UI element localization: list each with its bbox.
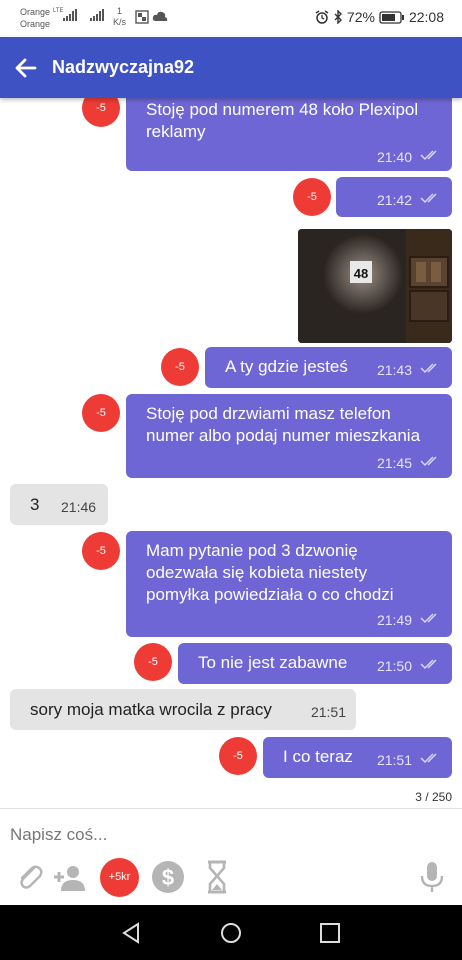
house-number-photo: 48: [298, 229, 452, 343]
message-time: 21:45: [376, 455, 412, 471]
message-bubble-in[interactable]: 3 21:46: [10, 484, 108, 525]
alarm-icon: [315, 10, 329, 24]
message-text: Mam pytanie pod 3 dzwonię: [146, 541, 358, 560]
message-bubble-out[interactable]: 21:42: [336, 177, 452, 217]
double-check-icon: [420, 363, 437, 374]
send-credits-button[interactable]: +5kr: [100, 858, 139, 897]
cost-badge: -5: [82, 532, 120, 570]
message-text: sory moja matka wrocila z pracy: [30, 700, 272, 719]
message-bubble-out[interactable]: Stoję pod numerem 48 koło Plexipol rekla…: [126, 98, 452, 171]
back-arrow-icon[interactable]: [12, 54, 40, 82]
message-composer: Napisz coś... +5kr $: [0, 808, 462, 905]
clock: 22:08: [408, 9, 444, 25]
cost-badge: -5: [293, 178, 331, 216]
photo-message[interactable]: 48: [298, 229, 452, 343]
message-text: A ty gdzie jesteś: [225, 357, 348, 376]
message-text: odezwała się kobieta niestety: [146, 563, 368, 582]
lte-label: LTE: [53, 8, 64, 14]
message-text: reklamy: [146, 122, 206, 141]
message-text: I co teraz: [283, 747, 353, 766]
message-bubble-out[interactable]: To nie jest zabawne 21:50: [178, 643, 452, 684]
microphone-icon[interactable]: [414, 859, 450, 895]
message-bubble-out[interactable]: Stoję pod drzwiami masz telefon numer al…: [126, 394, 452, 478]
double-check-icon: [420, 456, 437, 467]
message-time: 21:43: [376, 362, 412, 378]
message-list[interactable]: -5 Stoję pod numerem 48 koło Plexipol re…: [0, 98, 462, 808]
double-check-icon: [420, 150, 437, 161]
svg-text:$: $: [162, 865, 174, 890]
carrier-2: Orange: [20, 19, 51, 29]
carrier-1: Orange: [20, 7, 51, 17]
battery-icon: [379, 10, 404, 24]
message-text: pomyłka powiedziała o co chodzi: [146, 585, 394, 604]
message-bubble-out[interactable]: A ty gdzie jesteś 21:43: [205, 347, 452, 388]
app-bar: Nadzwyczajna92: [0, 37, 462, 98]
message-time: 21:46: [61, 499, 97, 515]
message-bubble-in[interactable]: sory moja matka wrocila z pracy 21:51: [10, 689, 356, 730]
message-time: 21:50: [376, 658, 412, 674]
double-check-icon: [420, 613, 437, 624]
message-text: Stoję pod numerem 48 koło Plexipol: [146, 100, 419, 119]
house-number: 48: [354, 266, 368, 281]
message-time: 21:42: [376, 192, 412, 208]
message-bubble-out[interactable]: I co teraz 21:51: [263, 737, 452, 778]
net-speed-unit: K/s: [113, 17, 127, 27]
message-input[interactable]: Napisz coś...: [10, 825, 107, 845]
page-counter: 3 / 250: [415, 790, 452, 804]
cost-badge: -5: [161, 348, 199, 386]
status-right: 72% 22:08: [315, 9, 444, 25]
chat-title[interactable]: Nadzwyczajna92: [52, 57, 194, 78]
message-time: 21:40: [376, 149, 412, 165]
nav-back-icon[interactable]: [118, 919, 146, 947]
system-nav-bar: [0, 905, 462, 960]
double-check-icon: [420, 193, 437, 204]
cost-badge: -5: [82, 98, 120, 127]
message-time: 21:49: [376, 612, 412, 628]
message-time: 21:51: [310, 704, 346, 720]
double-check-icon: [420, 753, 437, 764]
net-speed-value: 1: [117, 6, 123, 16]
carrier-info: Orange Orange: [20, 6, 50, 30]
bluetooth-icon: [334, 10, 342, 24]
hourglass-icon[interactable]: [199, 859, 235, 895]
message-text: To nie jest zabawne: [198, 653, 348, 672]
signal-icon-2: [90, 9, 104, 21]
net-speed: 1 K/s: [113, 6, 126, 28]
nav-home-icon[interactable]: [217, 919, 245, 947]
cost-badge: -5: [134, 643, 172, 681]
gallery-icon: [135, 10, 149, 24]
nav-recents-icon[interactable]: [316, 919, 344, 947]
message-text: 3: [30, 495, 40, 514]
battery-percent: 72%: [346, 9, 375, 25]
add-contact-icon[interactable]: [52, 859, 88, 895]
dollar-icon[interactable]: $: [150, 859, 186, 895]
message-bubble-out[interactable]: Mam pytanie pod 3 dzwonię odezwała się k…: [126, 531, 452, 637]
cost-badge: -5: [82, 394, 120, 432]
signal-icon: [63, 9, 77, 21]
cost-badge: -5: [219, 737, 257, 775]
message-time: 21:51: [376, 752, 412, 768]
double-check-icon: [420, 659, 437, 670]
cloud-icon: [152, 11, 168, 21]
message-text: numer albo podaj numer mieszkania: [146, 426, 421, 445]
message-text: Stoję pod drzwiami masz telefon: [146, 404, 391, 423]
status-bar: Orange Orange LTE 1 K/s 72% 22:08: [0, 0, 462, 37]
attachment-icon[interactable]: [12, 859, 48, 895]
